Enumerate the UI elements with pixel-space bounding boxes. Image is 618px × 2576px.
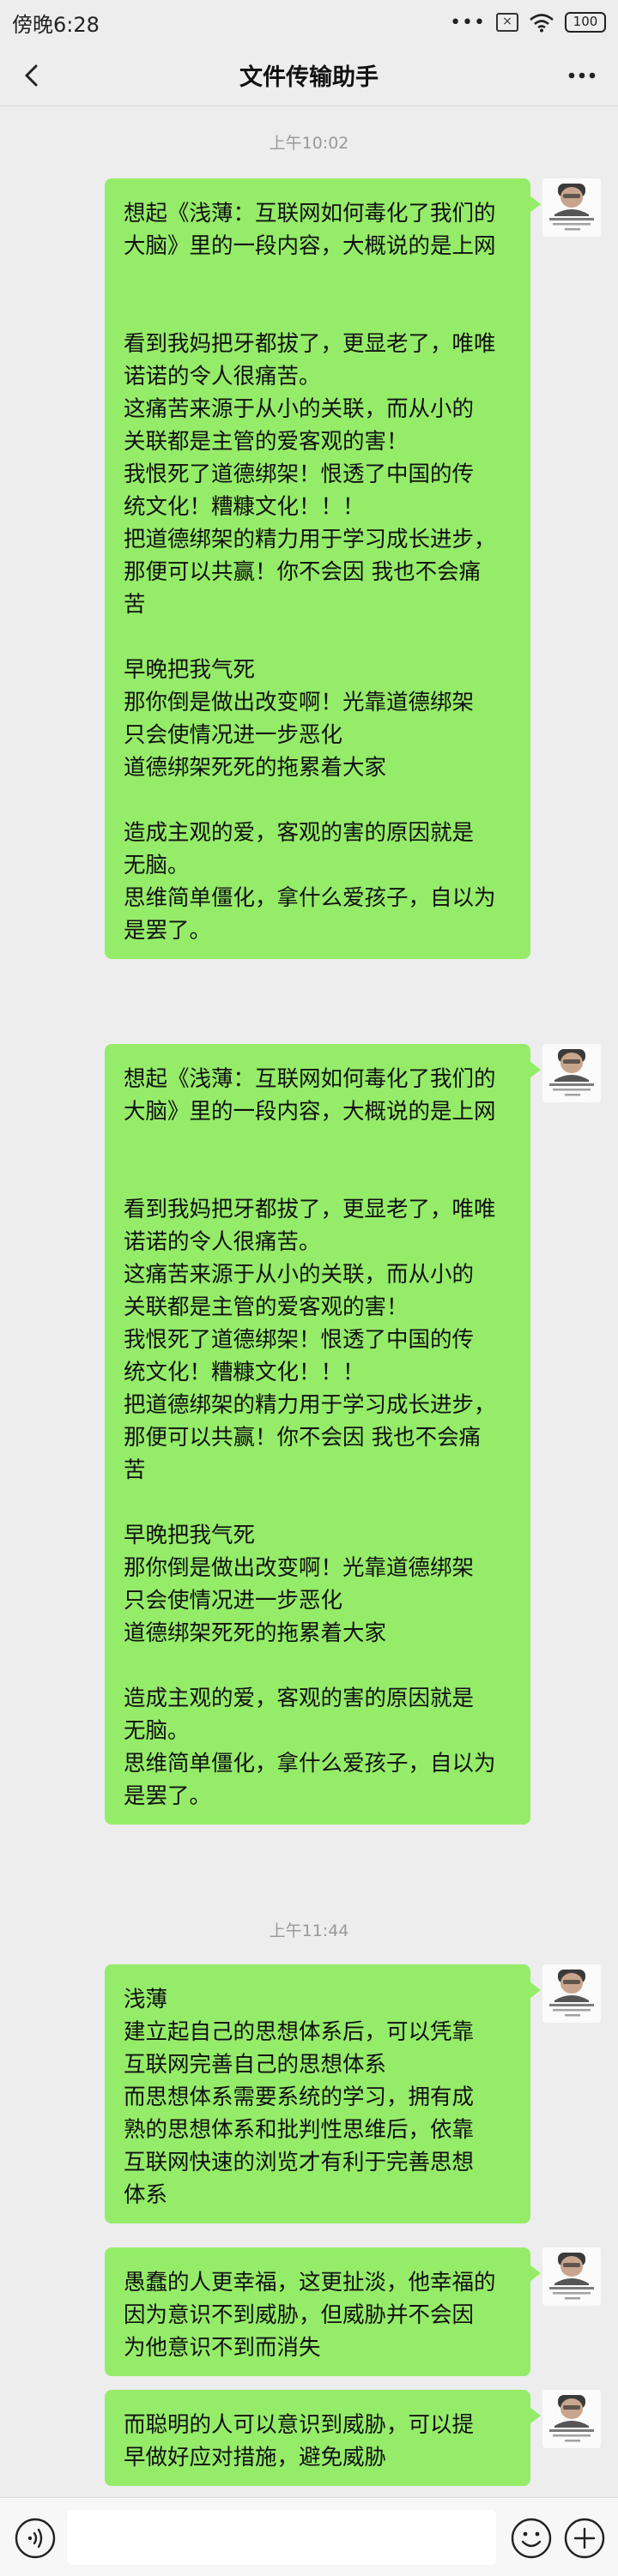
avatar-image	[542, 1964, 601, 2023]
timestamp: 上午10:02	[269, 134, 349, 153]
message-bubble[interactable]: 愚蠢的人更幸福，这更扯淡，他幸福的 因为意识不到威胁，但威胁并不会因 为他意识不…	[105, 2247, 541, 2376]
status-icons: ••• × 100	[450, 12, 606, 33]
avatar-image	[542, 2247, 601, 2306]
message-line: 苦	[124, 1457, 146, 1483]
avatar[interactable]	[542, 1964, 601, 2023]
message-line: 那你倒是做出改变啊！光靠道德绑架	[124, 690, 475, 715]
avatar-image	[542, 178, 601, 237]
message-line: 是罢了。	[124, 1783, 212, 1809]
message-line: 思维简单僵化，拿什么爱孩子，自以为	[124, 885, 496, 911]
message-line: 那你倒是做出改变啊！光靠道德绑架	[124, 1555, 475, 1581]
message-bubble[interactable]: 浅薄 建立起自己的思想体系后，可以凭靠 互联网完善自己的思想体系 而思想体系需要…	[105, 1964, 541, 2223]
avatar[interactable]	[542, 178, 601, 237]
message-bubble[interactable]: 想起《浅薄：互联网如何毒化了我们的 大脑》里的一段内容，大概说的是上网 看到我妈…	[105, 1044, 541, 1825]
message-line: 早晚把我气死	[124, 1523, 256, 1548]
timestamp: 上午11:44	[269, 1921, 349, 1940]
message-line: 浅薄	[124, 1987, 168, 2012]
more-dots-icon[interactable]	[565, 63, 599, 87]
battery-indicator: 100	[565, 12, 606, 33]
message-line: 想起《浅薄：互联网如何毒化了我们的	[124, 201, 496, 226]
voice-icon[interactable]	[14, 2517, 57, 2560]
message-line: 而思想体系需要系统的学习，拥有成	[124, 2084, 475, 2110]
avatar-image	[542, 1044, 601, 1102]
message-line: 造成主观的爱，客观的害的原因就是	[124, 820, 475, 846]
page-title: 文件传输助手	[239, 64, 379, 91]
message-line: 那便可以共赢！你不会因 我也不会痛	[124, 1425, 482, 1451]
message-line: 这痛苦来源于从小的关联，而从小的	[124, 1262, 475, 1288]
message-bubble[interactable]: 而聪明的人可以意识到威胁，可以提 早做好应对措施，避免威胁	[105, 2390, 541, 2486]
wifi-icon	[530, 14, 554, 33]
message-line: 苦	[124, 592, 146, 618]
message-line: 诺诺的令人很痛苦。	[124, 364, 321, 389]
message-line	[124, 1128, 513, 1161]
message-line: 把道德绑架的精力用于学习成长进步，	[124, 527, 496, 552]
message-line: 造成主观的爱，客观的害的原因就是	[124, 1686, 475, 1711]
message-line: 看到我妈把牙都拔了，更显老了，唯唯	[124, 331, 496, 357]
message-line: 大脑》里的一段内容，大概说的是上网	[124, 233, 496, 259]
message-line: 而聪明的人可以意识到威胁，可以提	[124, 2412, 475, 2438]
message-line: 早晚把我气死	[124, 657, 256, 683]
message-line: 诺诺的令人很痛苦。	[124, 1229, 321, 1255]
avatar-image	[542, 2390, 601, 2448]
message-line: 因为意识不到威胁，但威胁并不会因	[124, 2302, 475, 2328]
message-line: 互联网快速的浏览才有利于完善思想	[124, 2150, 475, 2175]
message-line: 愚蠢的人更幸福，这更扯淡，他幸福的	[124, 2270, 496, 2295]
message-line: 把道德绑架的精力用于学习成长进步，	[124, 1392, 496, 1418]
avatar[interactable]	[542, 2247, 601, 2306]
message-line	[124, 1650, 513, 1682]
chat-header: 文件传输助手	[0, 45, 618, 106]
status-bar: 傍晚6:28 ••• × 100	[0, 0, 618, 45]
message-line: 互联网完善自己的思想体系	[124, 2052, 387, 2078]
message-line: 建立起自己的思想体系后，可以凭靠	[124, 2019, 475, 2045]
message-bubble[interactable]: 想起《浅薄：互联网如何毒化了我们的 大脑》里的一段内容，大概说的是上网 看到我妈…	[105, 178, 541, 959]
status-time: 傍晚6:28	[12, 12, 100, 37]
message-line: 无脑。	[124, 1718, 190, 1744]
emoji-icon[interactable]	[510, 2517, 553, 2560]
message-line	[124, 1487, 513, 1519]
message-line: 体系	[124, 2182, 168, 2208]
message-line: 早做好应对措施，避免威胁	[124, 2445, 387, 2470]
message-line: 熟的思想体系和批判性思维后，依靠	[124, 2117, 475, 2143]
status-dots: •••	[450, 11, 486, 33]
message-line: 我恨死了道德绑架！恨透了中国的传	[124, 462, 475, 487]
message-line: 为他意识不到而消失	[124, 2335, 321, 2361]
message-line: 无脑。	[124, 853, 190, 878]
message-line: 统文化！糟糠文化！！！	[124, 1360, 365, 1385]
message-line	[124, 621, 513, 654]
plus-icon[interactable]	[563, 2517, 606, 2560]
message-line: 那便可以共赢！你不会因 我也不会痛	[124, 559, 482, 585]
message-line	[124, 784, 513, 817]
message-line: 只会使情况进一步恶化	[124, 722, 343, 748]
message-line	[124, 262, 513, 295]
chevron-left-icon[interactable]	[17, 60, 48, 91]
message-input[interactable]	[67, 2510, 496, 2565]
message-line: 关联都是主管的爱客观的害！	[124, 429, 409, 455]
message-line: 道德绑架死死的拖累着大家	[124, 755, 387, 781]
message-line: 统文化！糟糠文化！！！	[124, 494, 365, 520]
message-line: 是罢了。	[124, 918, 212, 944]
message-line: 只会使情况进一步恶化	[124, 1588, 343, 1614]
message-line: 道德绑架死死的拖累着大家	[124, 1620, 387, 1646]
message-line: 看到我妈把牙都拔了，更显老了，唯唯	[124, 1197, 496, 1222]
message-line: 思维简单僵化，拿什么爱孩子，自以为	[124, 1751, 496, 1777]
message-line: 这痛苦来源于从小的关联，而从小的	[124, 396, 475, 422]
avatar[interactable]	[542, 1044, 601, 1102]
message-line: 关联都是主管的爱客观的害！	[124, 1294, 409, 1320]
message-line	[124, 1161, 513, 1193]
avatar[interactable]	[542, 2390, 601, 2448]
input-bar	[0, 2497, 618, 2576]
message-line: 我恨死了道德绑架！恨透了中国的传	[124, 1327, 475, 1353]
sim-icon: ×	[496, 13, 518, 32]
message-line	[124, 295, 513, 328]
message-line: 想起《浅薄：互联网如何毒化了我们的	[124, 1066, 496, 1092]
message-line: 大脑》里的一段内容，大概说的是上网	[124, 1099, 496, 1125]
